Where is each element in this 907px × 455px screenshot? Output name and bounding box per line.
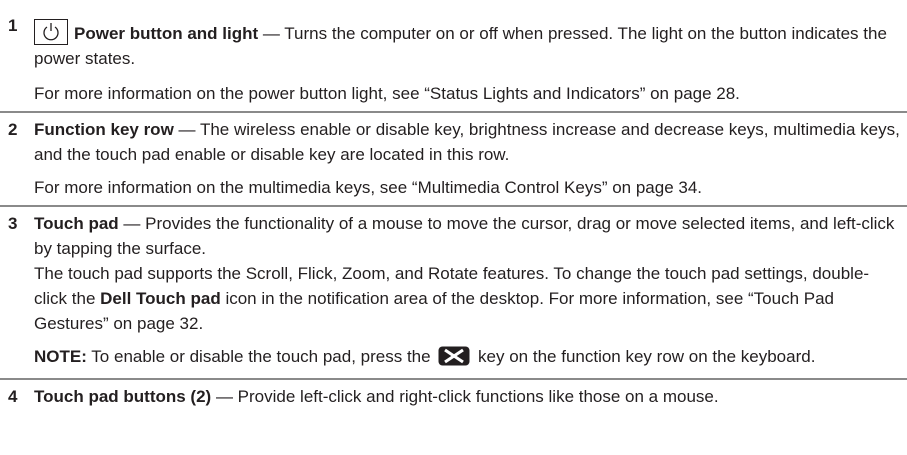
item-number: 3 [8, 214, 18, 233]
item-description: Power button and light — Turns the compu… [34, 13, 901, 71]
touchpad-toggle-key-icon [438, 346, 470, 373]
item-title: Power button and light [74, 24, 259, 43]
item-touch-pad-buttons: 4 Touch pad buttons (2) — Provide left-c… [0, 380, 907, 409]
item-text: Provides the functionality of a mouse to… [34, 214, 895, 258]
dell-touch-pad-label: Dell Touch pad [100, 289, 221, 308]
item-function-key-row: 2 Function key row — The wireless enable… [0, 113, 907, 200]
item-more-info: For more information on the power button… [34, 84, 740, 103]
item-title: Function key row [34, 120, 174, 139]
item-description: Function key row — The wireless enable o… [34, 120, 900, 164]
item-text: Provide left-click and right-click funct… [237, 387, 719, 406]
power-icon [34, 19, 68, 45]
manual-page: 1 Power button and light — Turns the com… [0, 0, 907, 455]
note-label: NOTE: [34, 347, 87, 366]
item-number: 1 [8, 16, 18, 35]
item-title: Touch pad buttons (2) [34, 387, 212, 406]
note: NOTE: To enable or disable the touch pad… [34, 344, 901, 373]
item-touch-pad: 3 Touch pad — Provides the functionality… [0, 207, 907, 373]
item-description: Touch pad buttons (2) — Provide left-cli… [34, 387, 719, 406]
item-number: 2 [8, 120, 18, 139]
item-description: Touch pad — Provides the functionality o… [34, 214, 895, 258]
item-title: Touch pad [34, 214, 119, 233]
item-more-info: For more information on the multimedia k… [34, 178, 703, 197]
item-number: 4 [8, 387, 18, 406]
item-power-button: 1 Power button and light — Turns the com… [0, 0, 907, 106]
item-settings-text: The touch pad supports the Scroll, Flick… [34, 264, 870, 333]
